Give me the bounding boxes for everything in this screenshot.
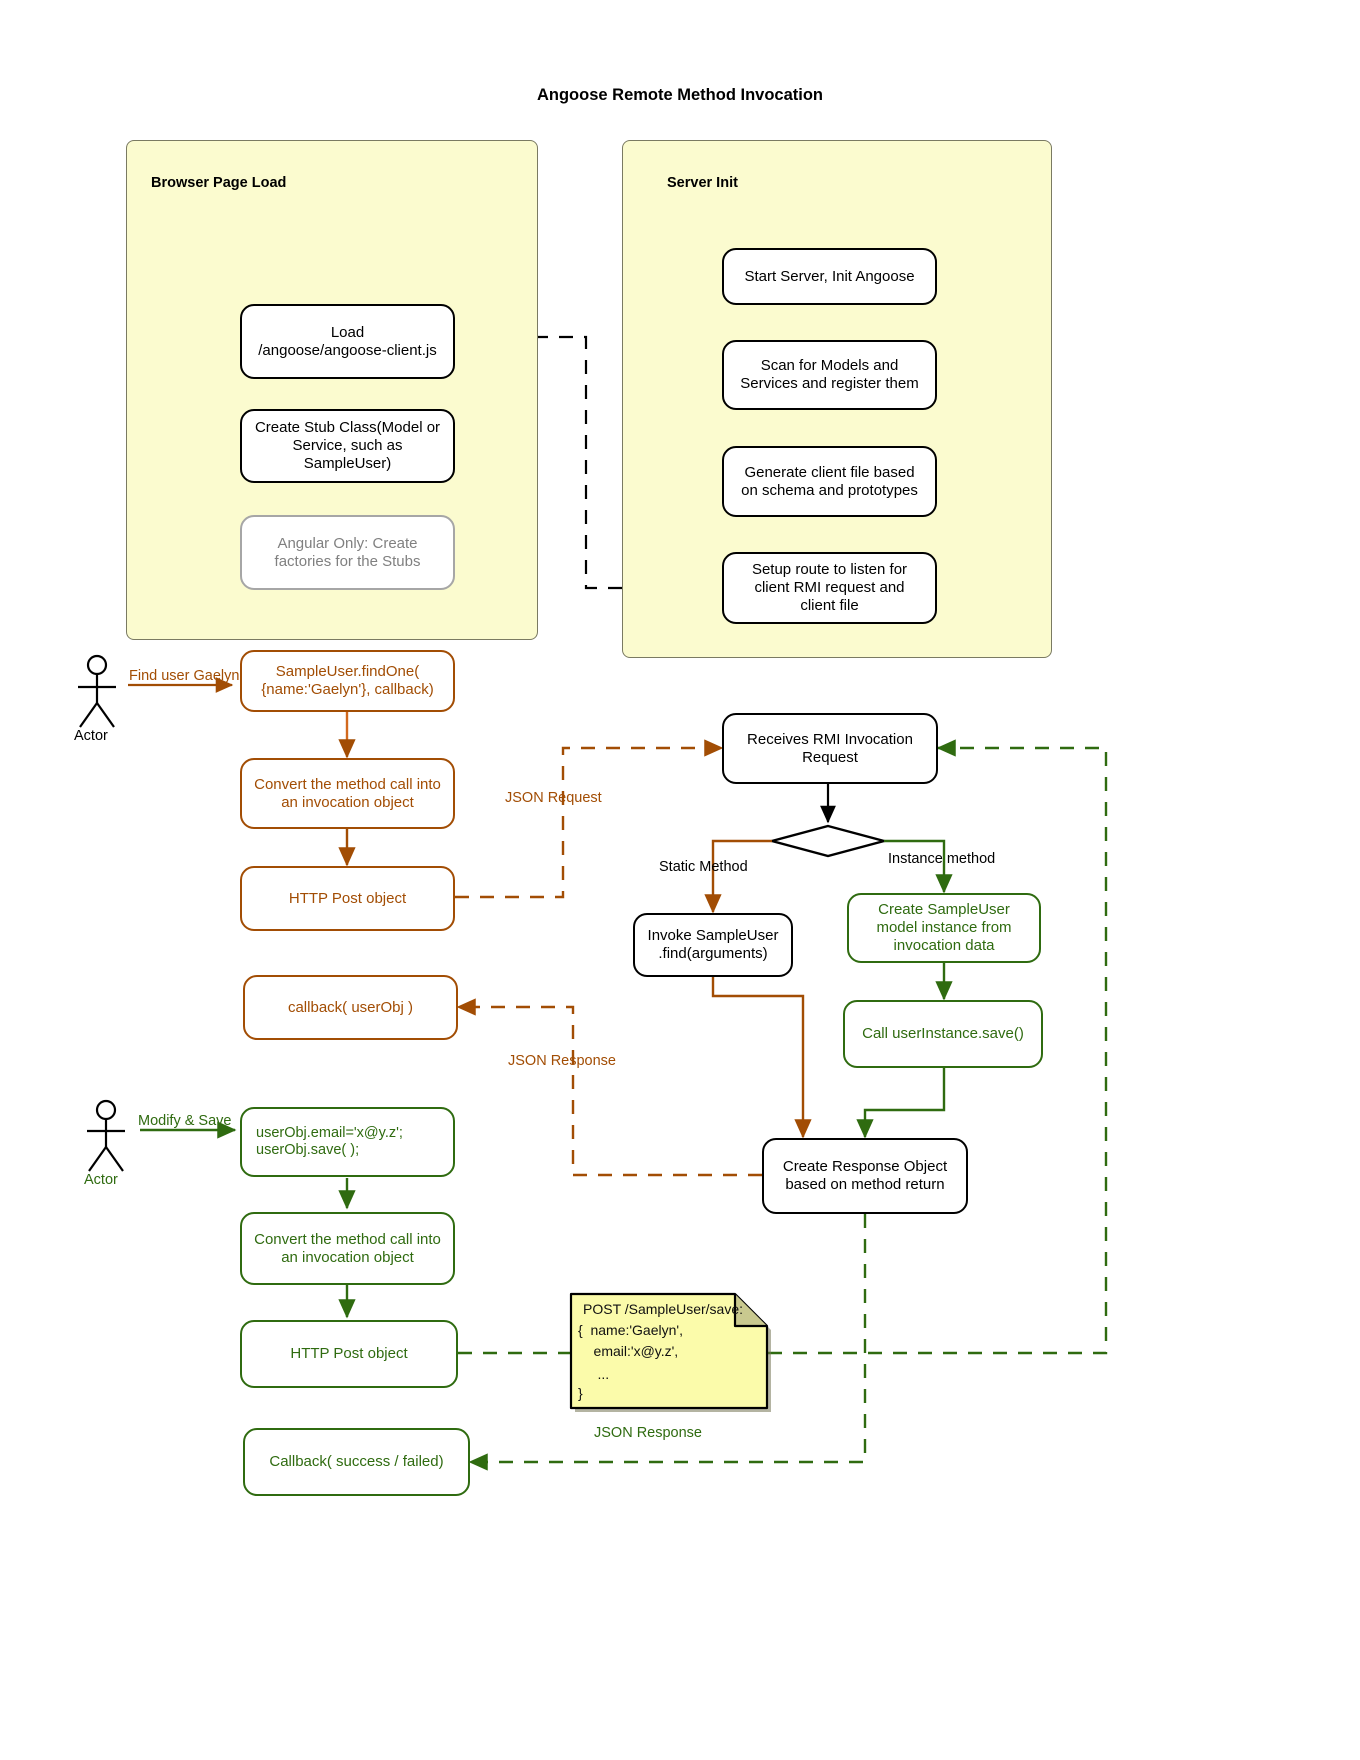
json-response-label-2: JSON Response: [590, 1425, 706, 1442]
node-http-post-2[interactable]: HTTP Post object: [240, 1320, 458, 1388]
content-layer: Angoose Remote Method Invocation Browser…: [0, 0, 1360, 1760]
node-create-stub[interactable]: Create Stub Class(Model or Service, such…: [240, 409, 455, 483]
actor-find-action-label: Find user Gaelyn: [129, 668, 240, 684]
diagram-canvas: Angoose Remote Method Invocation Browser…: [0, 0, 1360, 1760]
node-generate-client-label: Generate client file based on schema and…: [741, 463, 918, 499]
static-method-label: Static Method: [659, 859, 748, 875]
post-payload-note-line-2: email:'x@y.z',: [578, 1343, 679, 1359]
instance-method-label: Instance method: [888, 851, 996, 867]
json-request-label: JSON Request: [505, 790, 602, 806]
actor-find-caption: Actor: [74, 728, 108, 744]
node-start-server-label: Start Server, Init Angoose: [744, 267, 915, 285]
node-http-post-2-label: HTTP Post object: [290, 1345, 408, 1362]
node-create-response-label: Create Response Object based on method r…: [782, 1158, 948, 1193]
node-start-server[interactable]: Start Server, Init Angoose: [722, 248, 937, 305]
frame-server-label: Server Init: [667, 175, 738, 191]
node-generate-client[interactable]: Generate client file based on schema and…: [722, 446, 937, 517]
node-callback-userobj-label: callback( userObj ): [287, 998, 414, 1016]
node-receives-rmi[interactable]: Receives RMI Invocation Request: [722, 713, 938, 784]
frame-browser-label: Browser Page Load: [151, 175, 287, 191]
json-response-label-1: JSON Response: [508, 1053, 616, 1069]
node-load-client-label: Load /angoose/angoose-client.js: [258, 323, 437, 359]
actor-save-caption: Actor: [84, 1172, 118, 1188]
post-payload-note-line-4: }: [578, 1385, 583, 1401]
node-modify-save-label: userObj.email='x@y.z'; userObj.save( );: [256, 1124, 403, 1158]
node-http-post-1[interactable]: HTTP Post object: [240, 866, 455, 931]
post-payload-note-line-0: POST /SampleUser/save:: [583, 1301, 744, 1317]
node-setup-route[interactable]: Setup route to listen for client RMI req…: [722, 552, 937, 624]
node-load-client[interactable]: Load /angoose/angoose-client.js: [240, 304, 455, 379]
node-create-stub-label: Create Stub Class(Model or Service, such…: [254, 419, 441, 472]
node-callback-result-label: Callback( success / failed): [269, 1453, 444, 1470]
node-setup-route-label: Setup route to listen for client RMI req…: [751, 561, 908, 614]
node-find-one[interactable]: SampleUser.findOne( {name:'Gaelyn'}, cal…: [240, 650, 455, 712]
page-title: Angoose Remote Method Invocation: [536, 86, 823, 104]
node-invoke-find[interactable]: Invoke SampleUser .find(arguments): [633, 913, 793, 977]
node-angular-factories-label: Angular Only: Create factories for the S…: [274, 534, 421, 570]
node-find-one-label: SampleUser.findOne( {name:'Gaelyn'}, cal…: [261, 663, 434, 698]
node-callback-result[interactable]: Callback( success / failed): [243, 1428, 470, 1496]
node-convert-invocation-2-label: Convert the method call into an invocati…: [254, 1230, 441, 1266]
node-call-save-label: Call userInstance.save(): [862, 1025, 1024, 1042]
actor-save-action-label: Modify & Save: [138, 1113, 232, 1129]
node-invoke-find-label: Invoke SampleUser .find(arguments): [647, 927, 779, 962]
node-create-model-instance-label: Create SampleUser model instance from in…: [876, 901, 1012, 954]
node-angular-factories[interactable]: Angular Only: Create factories for the S…: [240, 515, 455, 590]
post-payload-note-line-1: { name:'Gaelyn',: [578, 1322, 683, 1338]
node-call-save[interactable]: Call userInstance.save(): [843, 1000, 1043, 1068]
node-modify-save[interactable]: userObj.email='x@y.z'; userObj.save( );: [240, 1107, 455, 1177]
node-scan-models[interactable]: Scan for Models and Services and registe…: [722, 340, 937, 410]
node-create-response[interactable]: Create Response Object based on method r…: [762, 1138, 968, 1214]
node-convert-invocation-1[interactable]: Convert the method call into an invocati…: [240, 758, 455, 829]
node-create-model-instance[interactable]: Create SampleUser model instance from in…: [847, 893, 1041, 963]
node-callback-userobj[interactable]: callback( userObj ): [243, 975, 458, 1040]
node-receives-rmi-label: Receives RMI Invocation Request: [747, 730, 913, 766]
node-convert-invocation-1-label: Convert the method call into an invocati…: [254, 775, 441, 811]
post-payload-note-line-3: ...: [578, 1366, 610, 1382]
node-http-post-1-label: HTTP Post object: [288, 889, 407, 907]
node-scan-models-label: Scan for Models and Services and registe…: [740, 357, 919, 392]
node-convert-invocation-2[interactable]: Convert the method call into an invocati…: [240, 1212, 455, 1285]
